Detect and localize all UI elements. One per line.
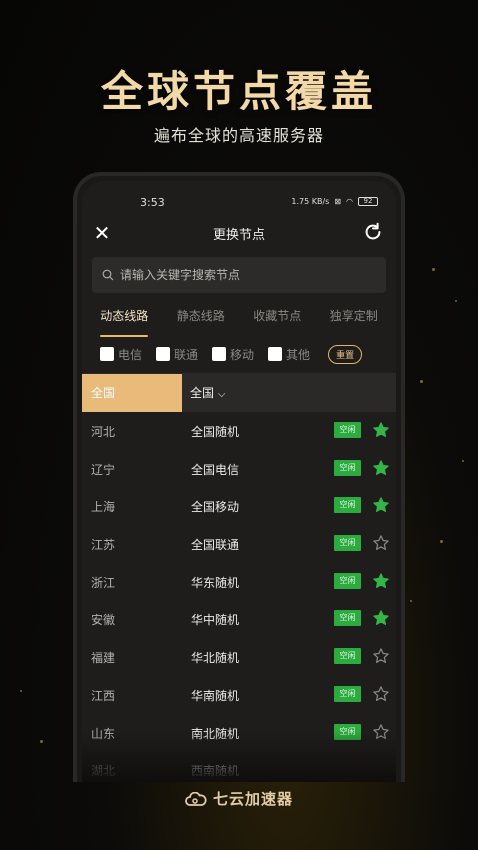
isp-dropdown-label: 全国 [190,386,215,400]
status-badge: 空闲 [334,422,361,438]
province-label[interactable]: 辽宁 [91,461,115,478]
search-icon [102,269,114,281]
tab-dynamic[interactable]: 动态线路 [96,305,152,337]
node-name[interactable]: 全国电信 [191,461,239,478]
tab-favorites[interactable]: 收藏节点 [249,305,305,331]
status-badge: 空闲 [334,685,361,702]
isp-filters: 电信 联通 移动 其他 重置 [82,341,396,367]
tab-bar: 动态线路 静态线路 收藏节点 独享定制 [82,305,396,337]
node-name[interactable]: 全国联通 [191,536,239,553]
list-item[interactable]: 福建 华北随机 空闲 [82,638,396,676]
bottom-fade [82,731,396,782]
node-list: 河北 全国随机 空闲 辽宁 全国电信 空闲 上海 全国移动 空闲 江苏 全国联通 空闲 浙江 华东随机 空闲… [82,412,396,782]
net-speed: 1.75 KB/s [291,197,330,206]
reset-button[interactable]: 重置 [328,344,363,364]
star-filled-icon[interactable] [372,421,390,439]
promo-subline: 遍布全球的高速服务器 [153,126,324,145]
node-name[interactable]: 全国随机 [191,423,239,440]
page-title: 更换节点 [212,228,265,243]
filter-mobile[interactable]: 移动 [212,346,254,363]
list-item[interactable]: 浙江 华东随机 空闲 [82,563,396,601]
node-name[interactable]: 华南随机 [191,687,239,704]
isp-dropdown[interactable]: 全国 ⌵ [190,374,225,412]
filter-unicom[interactable]: 联通 [156,346,198,363]
phone-frame: 3:53 1.75 KB/s ⊠ ◠ 92 ✕ 更换节点 动态线 [73,172,405,782]
sparkle [440,540,443,543]
province-label[interactable]: 浙江 [91,574,115,591]
list-item[interactable]: 河北 全国随机 空闲 [82,412,396,450]
sparkle [20,690,22,692]
sparkle [410,600,412,602]
column-header: 全国 全国 ⌵ [82,374,396,412]
province-label[interactable]: 福建 [91,649,115,666]
province-label[interactable]: 安徽 [91,611,115,628]
brand-name: 七云加速器 [212,790,293,808]
filter-label: 其他 [286,347,311,362]
filter-telecom[interactable]: 电信 [100,346,142,363]
cloud-logo-icon [185,791,207,806]
sparkle [432,268,435,271]
sparkle [462,460,464,462]
node-name[interactable]: 全国移动 [191,498,239,515]
filter-label: 移动 [230,347,255,362]
node-name[interactable]: 华东随机 [191,574,239,591]
status-badge: 空闲 [334,648,361,665]
search-box[interactable] [92,257,386,293]
filter-label: 电信 [118,347,143,362]
star-outline-icon[interactable] [372,534,390,552]
status-time: 3:53 [140,196,165,209]
app-screen: 3:53 1.75 KB/s ⊠ ◠ 92 ✕ 更换节点 动态线 [82,181,396,782]
status-badge: 空闲 [334,459,361,476]
status-icons: 1.75 KB/s ⊠ ◠ 92 [291,197,378,206]
status-badge: 空闲 [334,610,361,627]
node-name[interactable]: 华中随机 [191,611,239,628]
brand-logo: 七云加速器 [0,788,478,809]
filter-other[interactable]: 其他 [268,346,310,363]
status-badge: 空闲 [334,535,361,552]
top-bar: ✕ 更换节点 [82,221,396,251]
wifi-icon: ◠ [346,197,353,206]
sim-icon: ⊠ [334,197,342,206]
checkbox[interactable] [268,347,283,361]
status-badge: 空闲 [334,497,361,514]
status-bar: 3:53 1.75 KB/s ⊠ ◠ 92 [82,195,396,213]
list-item[interactable]: 上海 全国移动 空闲 [82,487,396,525]
star-filled-icon[interactable] [372,572,390,590]
star-filled-icon[interactable] [372,609,390,627]
sparkle [40,740,43,743]
province-label[interactable]: 江苏 [91,536,115,553]
tab-exclusive[interactable]: 独享定制 [326,305,382,331]
refresh-icon[interactable] [362,221,384,243]
list-item[interactable]: 江苏 全国联通 空闲 [82,525,396,563]
promo-headline: 全球节点覆盖 [100,67,377,116]
province-label[interactable]: 上海 [91,498,115,515]
province-label[interactable]: 江西 [91,687,115,704]
list-item[interactable]: 辽宁 全国电信 空闲 [82,450,396,488]
sparkle [420,380,423,383]
province-label[interactable]: 河北 [91,423,115,440]
sparkle [455,300,457,302]
node-name[interactable]: 华北随机 [191,649,239,666]
search-input[interactable] [120,268,360,282]
filter-label: 联通 [174,347,199,362]
battery-icon: 92 [358,197,378,206]
star-filled-icon[interactable] [372,496,390,514]
chevron-down-icon: ⌵ [217,389,226,400]
star-outline-icon[interactable] [372,685,390,703]
province-selected[interactable]: 全国 [82,374,182,412]
checkbox[interactable] [212,347,227,361]
status-badge: 空闲 [334,572,361,589]
list-item[interactable]: 江西 华南随机 空闲 [82,676,396,714]
checkbox[interactable] [156,347,171,361]
tab-static[interactable]: 静态线路 [173,305,229,331]
checkbox[interactable] [100,347,114,361]
star-filled-icon[interactable] [372,459,390,477]
star-outline-icon[interactable] [372,647,390,665]
list-item[interactable]: 安徽 华中随机 空闲 [82,600,396,638]
